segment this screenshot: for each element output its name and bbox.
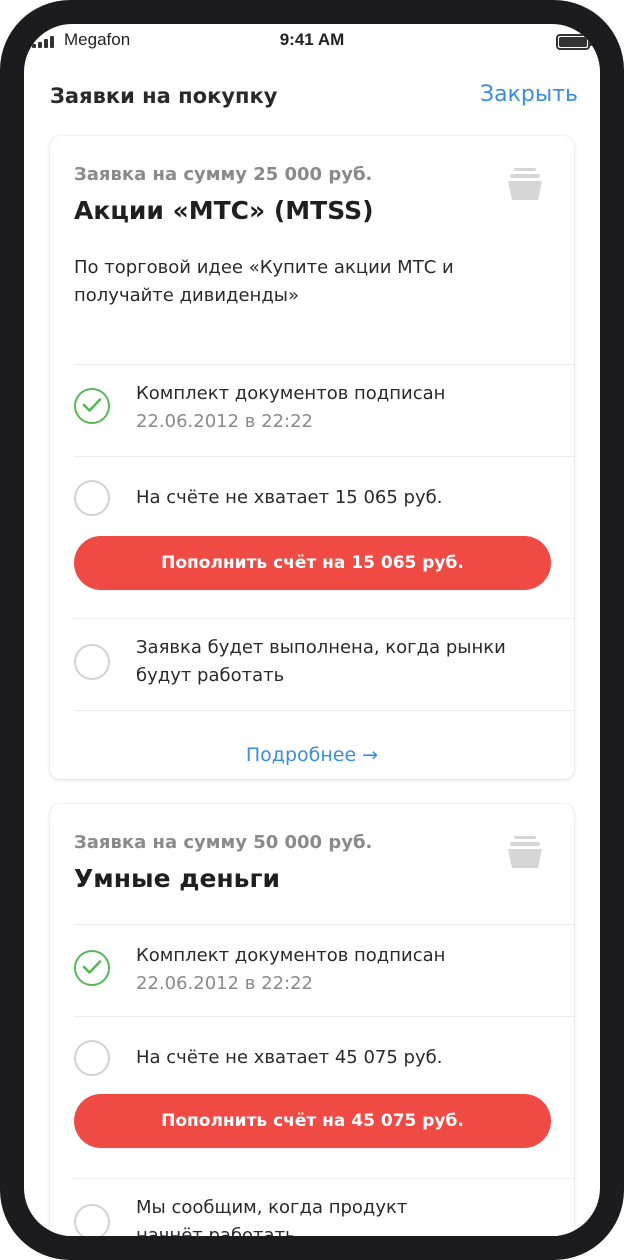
empty-circle-icon <box>74 1204 110 1236</box>
basket-icon[interactable] <box>506 834 544 870</box>
step-insufficient-funds: На счёте не хватает 15 065 руб. <box>74 456 554 516</box>
order-description: По торговой идее «Купите акции МТС и пол… <box>74 257 454 306</box>
top-up-button[interactable]: Пополнить счёт на 45 075 руб. <box>74 1094 551 1148</box>
step-date: 22.06.2012 в 22:22 <box>136 411 313 432</box>
step-text: Заявка будет выполнена, когда рынки буду… <box>136 637 506 686</box>
check-circle-icon <box>74 950 110 986</box>
check-circle-icon <box>74 388 110 424</box>
top-up-button[interactable]: Пополнить счёт на 15 065 руб. <box>74 536 551 590</box>
status-bar: Megafon 9:41 AM <box>24 24 600 58</box>
step-text: Мы сообщим, когда продукт начнёт работат… <box>136 1197 408 1236</box>
step-text: На счёте не хватает 45 075 руб. <box>136 1047 443 1068</box>
header: Заявки на покупку Закрыть <box>24 80 600 120</box>
order-card: Заявка на сумму 25 000 руб. Акции «МТС» … <box>50 136 574 779</box>
order-sum: Заявка на сумму 25 000 руб. <box>74 164 373 185</box>
step-date: 22.06.2012 в 22:22 <box>136 973 313 994</box>
divider <box>74 710 574 711</box>
close-button[interactable]: Закрыть <box>480 82 578 107</box>
step-text: Комплект документов подписан <box>136 945 446 966</box>
step-text: На счёте не хватает 15 065 руб. <box>136 487 443 508</box>
order-card: Заявка на сумму 50 000 руб. Умные деньги… <box>50 804 574 1236</box>
order-sum: Заявка на сумму 50 000 руб. <box>74 832 373 853</box>
basket-icon[interactable] <box>506 166 544 202</box>
order-title: Акции «МТС» (MTSS) <box>74 196 374 225</box>
step-market-execution: Заявка будет выполнена, когда рынки буду… <box>74 618 554 708</box>
device-frame: Megafon 9:41 AM Заявки на покупку Закрыт… <box>0 0 624 1260</box>
step-documents-signed: Комплект документов подписан 22.06.2012 … <box>74 924 554 1014</box>
status-time: 9:41 AM <box>279 30 345 49</box>
step-product-notification: Мы сообщим, когда продукт начнёт работат… <box>74 1178 554 1236</box>
empty-circle-icon <box>74 480 110 516</box>
step-documents-signed: Комплект документов подписан 22.06.2012 … <box>74 358 554 448</box>
empty-circle-icon <box>74 1040 110 1076</box>
empty-circle-icon <box>74 644 110 680</box>
page-title: Заявки на покупку <box>50 84 278 108</box>
step-insufficient-funds: На счёте не хватает 45 075 руб. <box>74 1016 554 1076</box>
screen: Megafon 9:41 AM Заявки на покупку Закрыт… <box>24 24 600 1236</box>
order-title: Умные деньги <box>74 864 281 893</box>
battery-icon <box>556 34 593 50</box>
more-link[interactable]: Подробнее → <box>50 744 574 766</box>
step-text: Комплект документов подписан <box>136 383 446 404</box>
